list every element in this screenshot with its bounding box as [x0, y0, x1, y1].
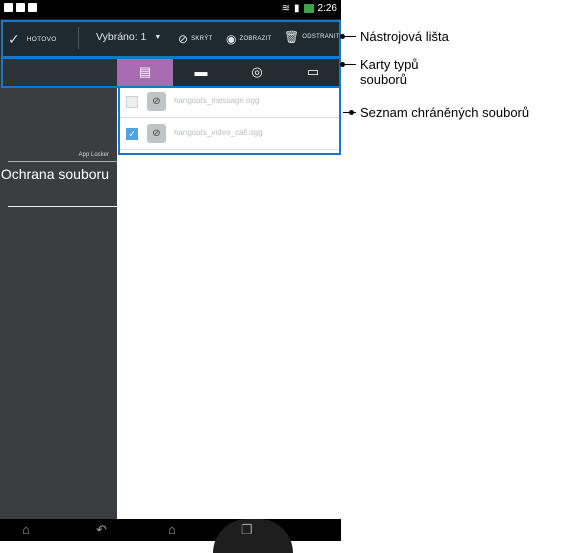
home-icon[interactable]: ⌂ [168, 522, 176, 537]
wifi-icon: ≋ [281, 3, 291, 14]
callout-line [343, 112, 356, 113]
tabs-highlight [1, 57, 341, 88]
divider [8, 206, 117, 207]
recent-apps-bubble [213, 519, 293, 553]
notification-icon [16, 3, 25, 12]
left-pane: App Locker Ochrana souboru [0, 86, 117, 519]
list-highlight [118, 86, 341, 155]
battery-icon [303, 4, 314, 13]
section-title[interactable]: Ochrana souboru [1, 166, 109, 182]
divider [8, 161, 117, 162]
toolbar-highlight [1, 20, 341, 58]
status-bar: ≋ ▮ 2:26 [0, 0, 341, 19]
list-annotation: Seznam chráněných souborů [360, 105, 530, 120]
notification-icons [4, 3, 37, 12]
callout-line [343, 64, 356, 65]
notification-icon [4, 3, 13, 12]
tabs-annotation: Karty typů souborů [360, 57, 419, 87]
notification-icon [28, 3, 37, 12]
toolbar-annotation: Nástrojová lišta [360, 29, 449, 44]
section-title-text: Ochrana souboru [0, 166, 109, 182]
clock: 2:26 [317, 3, 337, 14]
app-label: App Locker [78, 152, 109, 158]
recent-apps-icon[interactable]: ❐ [241, 522, 253, 538]
callout-line [343, 36, 356, 37]
navigation-bar: ⌂ ↶ ⌂ ❐ [0, 519, 341, 553]
system-icons: ≋ ▮ 2:26 [282, 3, 337, 14]
undo-icon[interactable]: ↶ [96, 522, 107, 538]
back-icon[interactable]: ⌂ [22, 522, 30, 537]
signal-icon: ▮ [294, 3, 300, 14]
